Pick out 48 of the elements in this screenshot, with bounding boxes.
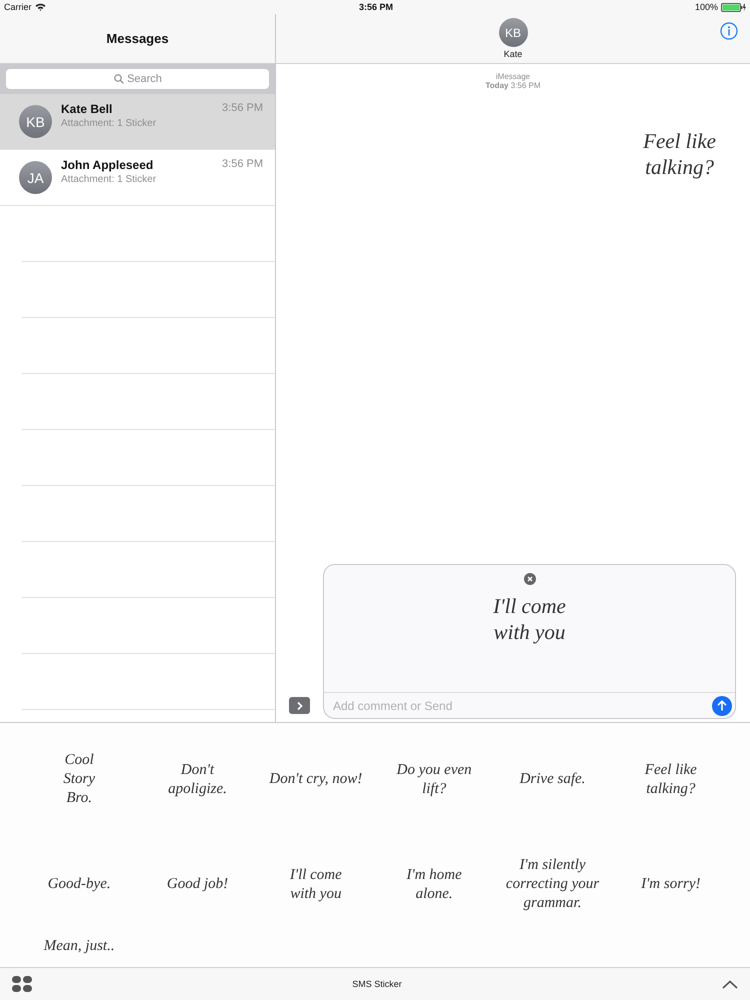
- sticker-text: I'll come with you: [493, 593, 566, 646]
- sticker-text[interactable]: I'm sorry!: [641, 875, 701, 894]
- sticker-text[interactable]: Don't apoligize.: [168, 760, 227, 798]
- sticker-text[interactable]: Don't cry, now!: [269, 770, 362, 789]
- expand-button[interactable]: [289, 697, 310, 714]
- sticker-text: Feel like talking?: [643, 128, 716, 180]
- sticker-text[interactable]: I'm silently correcting your grammar.: [506, 856, 600, 913]
- avatar[interactable]: KB: [498, 18, 528, 47]
- arrow-up-icon: [717, 700, 727, 711]
- sticker-text[interactable]: Feel like talking?: [644, 760, 697, 798]
- send-button[interactable]: [712, 696, 732, 716]
- battery-percent: 100%: [694, 2, 718, 12]
- sidebar-title: Messages: [106, 31, 169, 46]
- clock-time: 3:56 PM: [359, 2, 394, 12]
- message-time: 3:56 PM: [222, 158, 263, 172]
- app-name: SMS Sticker: [352, 979, 402, 989]
- chevron-up-icon[interactable]: [722, 980, 738, 988]
- comment-field[interactable]: Add comment or Send: [333, 698, 712, 712]
- sticker-text[interactable]: I'll come with you: [290, 866, 342, 904]
- app-grid-icon[interactable]: [12, 976, 32, 992]
- avatar: KB: [19, 105, 52, 138]
- conversation-item[interactable]: KB Kate Bell 3:56 PM Attachment: 1 Sticker: [0, 94, 275, 150]
- service-label: iMessage: [496, 72, 530, 81]
- sticker-text[interactable]: Drive safe.: [520, 770, 586, 789]
- sticker-text[interactable]: Do you even lift?: [396, 760, 472, 798]
- message-preview: Attachment: 1 Sticker: [61, 174, 158, 185]
- battery-icon: [721, 2, 746, 12]
- contact-name: Kate Bell: [61, 102, 112, 116]
- sticker-text[interactable]: Good job!: [166, 875, 228, 894]
- search-field[interactable]: Search: [6, 69, 269, 89]
- close-icon: [524, 573, 536, 585]
- remove-button[interactable]: [524, 573, 536, 585]
- carrier-label: Carrier: [4, 2, 32, 12]
- info-icon[interactable]: [720, 22, 738, 40]
- contact-name: Kate: [504, 49, 522, 59]
- search-icon: [114, 74, 124, 84]
- message-preview: Attachment: 1 Sticker: [61, 118, 158, 129]
- sticker-text[interactable]: I'm home alone.: [406, 866, 462, 904]
- sticker-text[interactable]: Good-bye.: [48, 875, 111, 894]
- chevron-icon: [296, 700, 304, 710]
- timestamp: Today 3:56 PM: [486, 81, 540, 90]
- conversation-item[interactable]: JA John Appleseed 3:56 PM Attachment: 1 Sticker: [0, 150, 275, 206]
- sticker-text[interactable]: Cool Story Bro.: [63, 751, 95, 808]
- wifi-icon: [34, 3, 46, 11]
- message-time: 3:56 PM: [222, 102, 263, 116]
- contact-name: John Appleseed: [61, 158, 154, 172]
- avatar: JA: [19, 161, 52, 194]
- sticker-text[interactable]: Mean, just..: [44, 937, 115, 956]
